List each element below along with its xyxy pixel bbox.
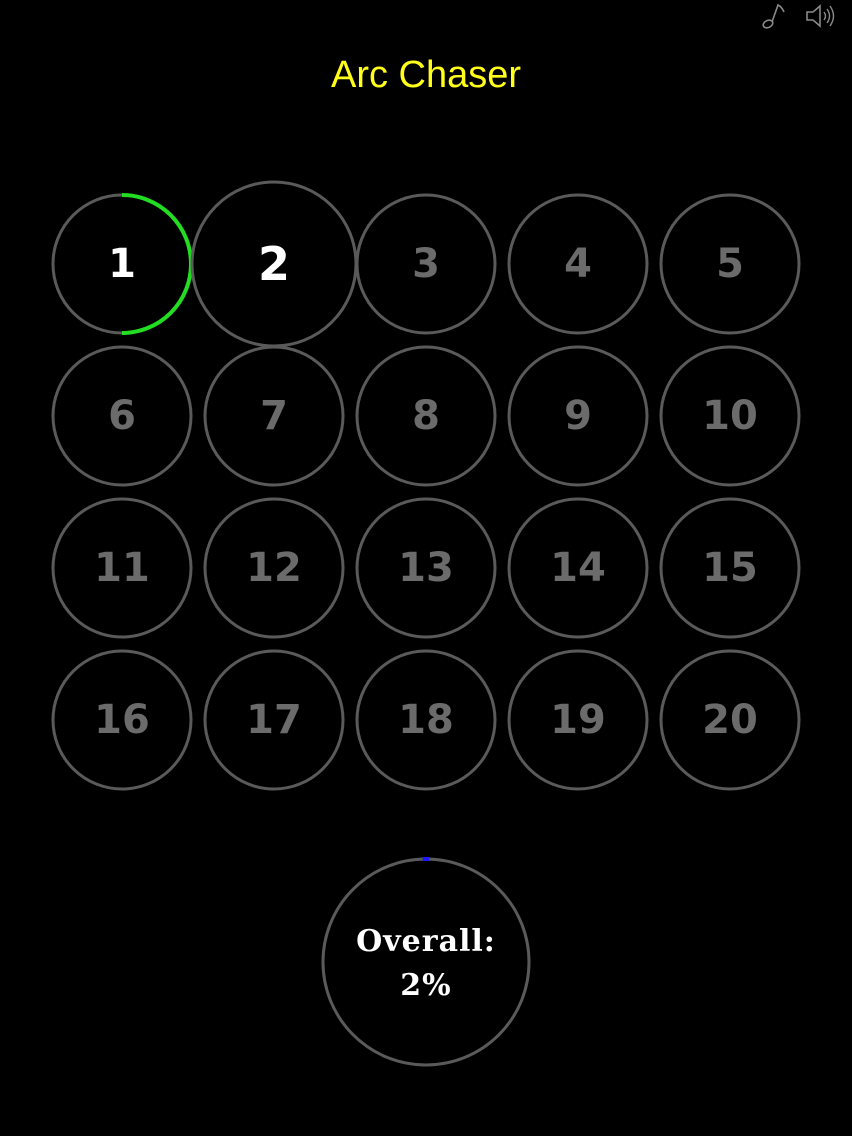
level-label: 10 [702, 393, 758, 439]
level-label: 1 [108, 241, 136, 287]
level-label: 4 [564, 241, 592, 287]
level-6-button[interactable]: 6 [51, 345, 193, 487]
level-label: 5 [716, 241, 744, 287]
level-label: 3 [412, 241, 440, 287]
level-18-button[interactable]: 18 [355, 649, 497, 791]
level-5-button[interactable]: 5 [659, 193, 801, 335]
level-20-button[interactable]: 20 [659, 649, 801, 791]
overall-label: Overall: [356, 924, 496, 959]
level-16-button[interactable]: 16 [51, 649, 193, 791]
level-label: 16 [94, 697, 150, 743]
overall-progress-text: Overall: 2% [322, 920, 530, 1008]
level-11-button[interactable]: 11 [51, 497, 193, 639]
level-1-button[interactable]: 1 [51, 193, 193, 335]
level-label: 14 [550, 545, 606, 591]
level-label: 17 [246, 697, 302, 743]
level-label: 15 [702, 545, 758, 591]
level-13-button[interactable]: 13 [355, 497, 497, 639]
level-label: 9 [564, 393, 592, 439]
level-8-button[interactable]: 8 [355, 345, 497, 487]
level-label: 13 [398, 545, 454, 591]
level-15-button[interactable]: 15 [659, 497, 801, 639]
level-label: 11 [94, 545, 150, 591]
level-3-button[interactable]: 3 [355, 193, 497, 335]
level-label: 6 [108, 393, 136, 439]
level-label: 19 [550, 697, 606, 743]
level-10-button[interactable]: 10 [659, 345, 801, 487]
overall-value: 2% [400, 968, 452, 1003]
level-7-button[interactable]: 7 [203, 345, 345, 487]
level-19-button[interactable]: 19 [507, 649, 649, 791]
level-17-button[interactable]: 17 [203, 649, 345, 791]
level-12-button[interactable]: 12 [203, 497, 345, 639]
level-14-button[interactable]: 14 [507, 497, 649, 639]
level-2-button[interactable]: 2 [190, 180, 358, 348]
level-4-button[interactable]: 4 [507, 193, 649, 335]
level-label: 7 [260, 393, 288, 439]
level-label: 20 [702, 697, 758, 743]
level-9-button[interactable]: 9 [507, 345, 649, 487]
level-label: 8 [412, 393, 440, 439]
level-label: 2 [258, 237, 290, 291]
level-label: 18 [398, 697, 454, 743]
game-screen: Arc Chaser 1 2 3 4 5 6 7 8 9 10 11 12 13 14 15 16 17 18 19… [0, 0, 852, 1136]
level-label: 12 [246, 545, 302, 591]
